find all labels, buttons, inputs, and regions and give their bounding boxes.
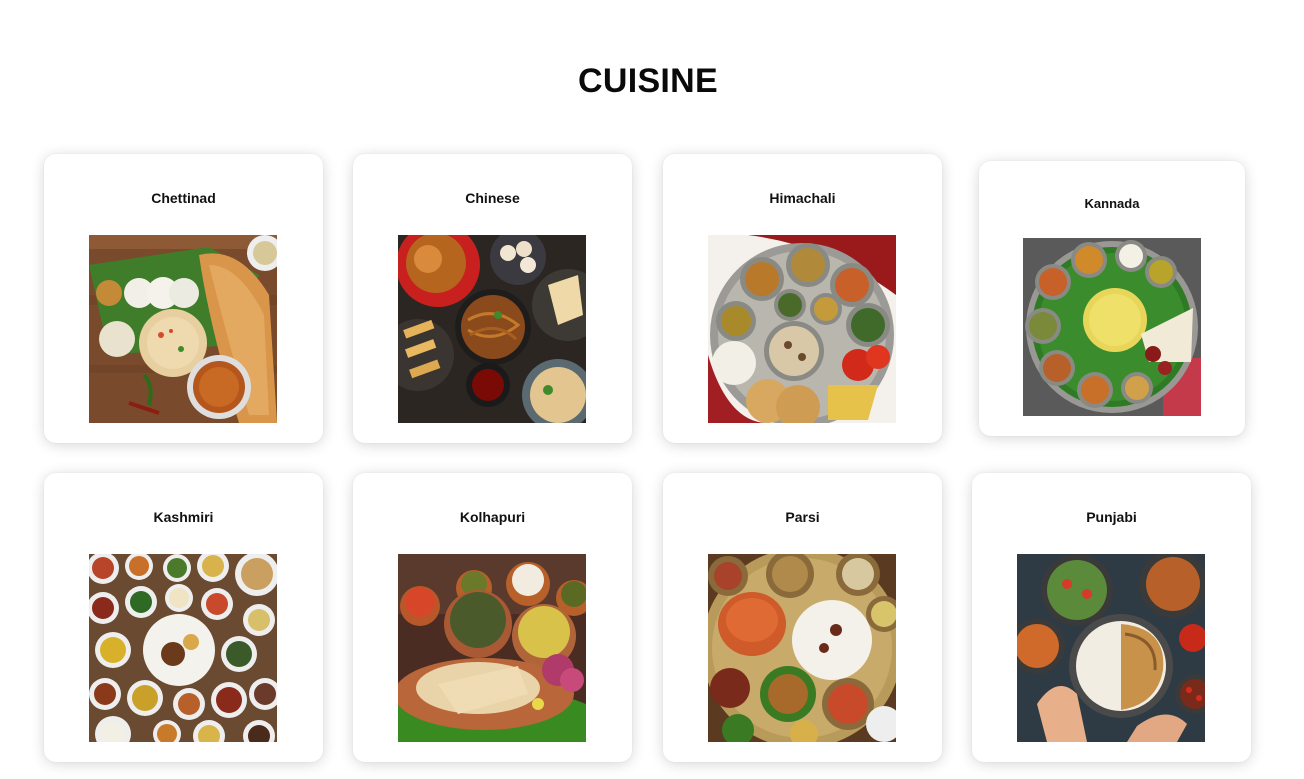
- cuisine-card-kolhapuri[interactable]: Kolhapuri: [353, 473, 632, 762]
- cuisine-card-label: Chettinad: [151, 190, 216, 206]
- kashmiri-spread-photo: [89, 554, 277, 742]
- cuisine-card-kashmiri[interactable]: Kashmiri: [44, 473, 323, 762]
- cuisine-card-label: Kannada: [1084, 196, 1140, 211]
- cuisine-card-punjabi[interactable]: Punjabi: [972, 473, 1251, 762]
- punjabi-meal-photo: [1017, 554, 1205, 742]
- cuisine-card-label: Punjabi: [1086, 509, 1137, 525]
- cuisine-card-himachali[interactable]: Himachali: [663, 154, 942, 443]
- cuisine-card-label: Chinese: [465, 190, 520, 206]
- cuisine-card-chettinad[interactable]: Chettinad: [44, 154, 323, 443]
- cuisine-card-label: Parsi: [785, 509, 820, 525]
- himachali-thali-photo: [708, 235, 896, 423]
- cuisine-page: CUISINE Chettinad Chinese Himachali Kann…: [0, 0, 1304, 779]
- cuisine-card-label: Kolhapuri: [459, 509, 526, 525]
- kolhapuri-meal-photo: [398, 554, 586, 742]
- kannada-meal-photo: [1023, 238, 1201, 416]
- chettinad-dishes-photo: [89, 235, 277, 423]
- cuisine-card-chinese[interactable]: Chinese: [353, 154, 632, 443]
- page-title: CUISINE: [577, 62, 718, 100]
- parsi-spread-photo: [708, 554, 896, 742]
- cuisine-card-label: Himachali: [769, 190, 836, 206]
- cuisine-card-label: Kashmiri: [153, 509, 214, 525]
- cuisine-card-parsi[interactable]: Parsi: [663, 473, 942, 762]
- chinese-dishes-photo: [398, 235, 586, 423]
- cuisine-card-kannada[interactable]: Kannada: [979, 161, 1245, 436]
